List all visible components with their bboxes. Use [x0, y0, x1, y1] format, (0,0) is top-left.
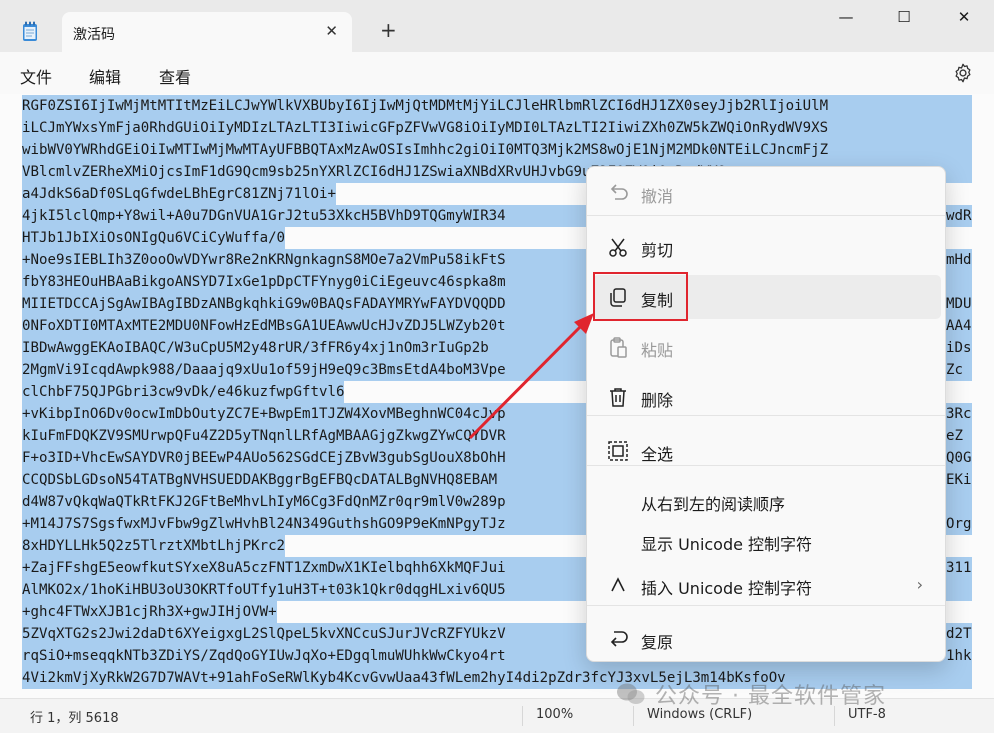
- menu-file[interactable]: 文件: [20, 64, 52, 88]
- cursor-position: 行 1，列 5618: [30, 711, 119, 726]
- context-item-label: 显示 Unicode 控制字符: [641, 535, 813, 554]
- status-divider: [522, 706, 523, 726]
- context-item-cut[interactable]: 剪切: [593, 225, 941, 269]
- editor-line: a4JdkS6aDf0SLqGfwdeLBhEgrC81ZNj71lOi+: [22, 183, 336, 205]
- context-item-insert[interactable]: 插入 Unicode 控制字符 ›: [593, 563, 941, 607]
- editor-line-tail: Org: [946, 513, 972, 535]
- menu-view[interactable]: 查看: [159, 64, 191, 88]
- context-item-reconvert[interactable]: 复原: [593, 617, 941, 661]
- reconvert-icon: [610, 631, 628, 647]
- editor-line: +ghc4FTWxXJB1cjRh3X+gwJIHjOVW+: [22, 601, 277, 623]
- paste-icon: [610, 337, 627, 358]
- status-divider: [633, 706, 634, 726]
- select-all-icon: [608, 441, 628, 461]
- settings-gear-icon[interactable]: [952, 62, 974, 84]
- context-item-delete[interactable]: 删除: [593, 375, 941, 419]
- editor-line-tail: iDs: [946, 337, 972, 359]
- context-item-undo[interactable]: 撤消: [593, 171, 941, 215]
- undo-icon: [610, 184, 628, 200]
- context-item-label: 剪切: [641, 241, 674, 260]
- editor-line-tail: EKi: [946, 469, 972, 491]
- context-item-paste[interactable]: 粘贴: [593, 325, 941, 369]
- editor-line-tail: mHd: [946, 249, 972, 271]
- editor-line-tail: wdR: [946, 205, 972, 227]
- context-item-label: 从右到左的阅读顺序: [641, 495, 786, 514]
- editor-line-tail: Q0G: [946, 447, 972, 469]
- insert-icon: [611, 577, 625, 592]
- tab-close-icon[interactable]: ✕: [325, 22, 338, 40]
- context-item-label: 删除: [641, 391, 674, 410]
- submenu-arrow-icon: ›: [916, 575, 923, 594]
- editor-line-tail: 3Rc: [946, 403, 972, 425]
- close-window-button[interactable]: ✕: [944, 8, 984, 32]
- maximize-button[interactable]: ☐: [884, 8, 924, 32]
- editor-line-tail: d2T: [946, 623, 972, 645]
- copy-highlight-box: [593, 272, 688, 321]
- tab-title: 激活码: [73, 27, 115, 43]
- cut-icon: [609, 238, 627, 257]
- context-item-select-all[interactable]: 全选: [593, 429, 941, 473]
- context-menu: 撤消 剪切 复制 粘贴 删除 全选 从右到左的阅读顺序 显示 Unicode 控制字符 插入 U…: [586, 166, 946, 662]
- editor-line: clChbF75QJPGbri3cw9vDk/e46kuzfwpGftvl6: [22, 381, 345, 403]
- context-item-label: 撤消: [641, 187, 674, 206]
- minimize-button[interactable]: —: [826, 8, 866, 32]
- editor-line: RGF0ZSI6IjIwMjMtMTItMzEiLCJwYWlkVXBUbyI6…: [22, 95, 972, 117]
- context-item-option-6[interactable]: 从右到左的阅读顺序: [593, 479, 941, 523]
- title-bar: 激活码 ✕ + — ☐ ✕: [0, 0, 994, 52]
- editor-line: wibWV0YWRhdGEiOiIwMTIwMjMwMTAyUFBBQTAxMz…: [22, 139, 972, 161]
- wechat-icon: [617, 683, 645, 704]
- editor-line: HTJb1JbIXiOsONIgQu6VCiCyWuffa/0: [22, 227, 286, 249]
- editor-line: 8xHDYLLHk5Q2z5TlrztXMbtLhjPKrc2: [22, 535, 286, 557]
- editor-line: iLCJmYWxsYmFja0RhdGUiOiIyMDIzLTAzLTI3Iiw…: [22, 117, 972, 139]
- watermark-text: 公众号 · 最全软件管家: [655, 684, 886, 709]
- menu-separator: [587, 215, 945, 216]
- zoom-level[interactable]: 100%: [536, 707, 573, 722]
- menu-edit[interactable]: 编辑: [89, 64, 121, 88]
- delete-icon: [610, 388, 626, 407]
- editor-line-tail: MDU: [946, 293, 972, 315]
- context-item-label: 全选: [641, 445, 674, 464]
- tab-document[interactable]: 激活码 ✕: [62, 12, 352, 52]
- context-item-label: 复原: [641, 633, 674, 652]
- editor-line-tail: 1hk: [946, 645, 972, 667]
- context-item-option-7[interactable]: 显示 Unicode 控制字符: [593, 519, 941, 563]
- context-item-label: 粘贴: [641, 341, 674, 360]
- notepad-app-icon: [23, 21, 37, 41]
- editor-line-tail: Zc: [946, 359, 972, 381]
- new-tab-button[interactable]: +: [380, 20, 397, 40]
- menu-bar: 文件 编辑 查看: [0, 52, 994, 94]
- editor-line-tail: eZ: [946, 425, 972, 447]
- editor-line-tail: AA4: [946, 315, 972, 337]
- context-item-label: 插入 Unicode 控制字符: [641, 579, 813, 598]
- editor-line-tail: 311: [946, 557, 972, 579]
